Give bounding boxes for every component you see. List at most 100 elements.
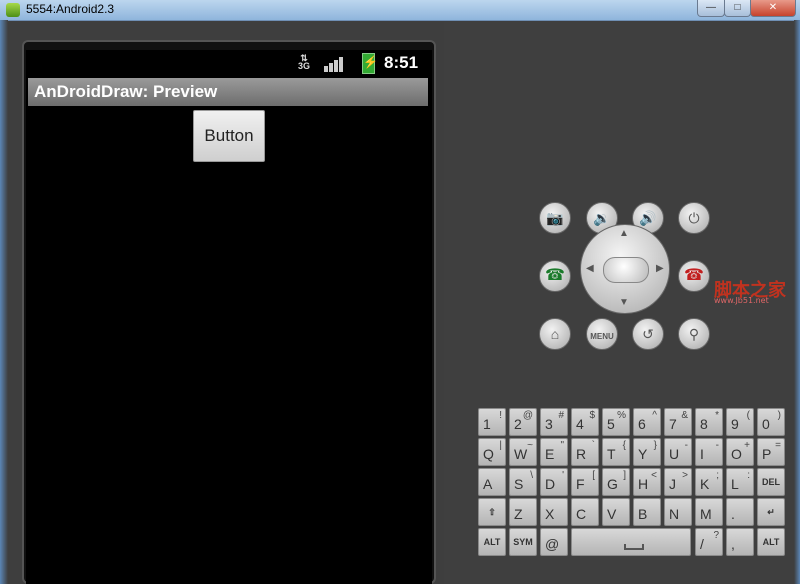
key-main-label: G — [607, 476, 618, 492]
menu-button[interactable]: MENU — [586, 318, 618, 350]
power-icon[interactable]: ⏻ — [678, 202, 710, 234]
key-main-label: 0 — [762, 416, 770, 432]
key-g[interactable]: G] — [602, 468, 630, 496]
key-main-label: 9 — [731, 416, 739, 432]
key-period[interactable]: . — [726, 498, 754, 526]
key-7[interactable]: 7 & — [664, 408, 692, 436]
key-f[interactable]: F[ — [571, 468, 599, 496]
key-h[interactable]: H < — [633, 468, 661, 496]
key-at[interactable]: @ — [540, 528, 568, 556]
dpad-right-icon[interactable]: ▶ — [656, 263, 664, 274]
delete-key[interactable]: DEL — [757, 468, 785, 496]
window-title: 5554:Android2.3 — [26, 2, 115, 16]
key-x[interactable]: X — [540, 498, 568, 526]
key-main-label: M — [700, 506, 712, 522]
key-l[interactable]: L: — [726, 468, 754, 496]
key-alt-label: ; — [716, 470, 719, 481]
key-o[interactable]: O + — [726, 438, 754, 466]
key-1[interactable]: 1! — [478, 408, 506, 436]
dpad-up-icon[interactable]: ▲ — [619, 228, 629, 239]
key-main-label: F — [576, 476, 585, 492]
key-main-label: H — [638, 476, 649, 492]
key-main-label: W — [514, 446, 528, 462]
alt-right-key[interactable]: ALT — [757, 528, 785, 556]
key-a[interactable]: A — [478, 468, 506, 496]
app-title-bar: AnDroidDraw: Preview — [28, 78, 428, 106]
space-key[interactable] — [571, 528, 691, 556]
space-bar-icon — [624, 544, 644, 550]
key-main-label: 4 — [576, 416, 584, 432]
key-n[interactable]: N — [664, 498, 692, 526]
key-main-label: O — [731, 446, 742, 462]
key-3[interactable]: 3 # — [540, 408, 568, 436]
end-call-icon[interactable]: ☎ — [678, 260, 710, 292]
key-w[interactable]: W ~ — [509, 438, 537, 466]
key-6[interactable]: 6 ^ — [633, 408, 661, 436]
alt-left-key-label: ALT — [483, 537, 501, 547]
key-j[interactable]: J > — [664, 468, 692, 496]
key-r[interactable]: R ` — [571, 438, 599, 466]
key-k[interactable]: K; — [695, 468, 723, 496]
maximize-button[interactable]: □ — [724, 0, 751, 17]
key-i[interactable]: I- — [695, 438, 723, 466]
key-main-label: N — [669, 506, 680, 522]
key-alt-label: * — [715, 410, 719, 421]
key-main-label: 7 — [669, 416, 677, 432]
key-main-label: J — [669, 476, 676, 492]
key-b[interactable]: B — [633, 498, 661, 526]
key-8[interactable]: 8 * — [695, 408, 723, 436]
key-alt-label: ( — [746, 410, 750, 421]
key-main-label: L — [731, 476, 739, 492]
call-icon[interactable]: ☎ — [539, 260, 571, 292]
key-t[interactable]: T{ — [602, 438, 630, 466]
search-icon[interactable]: ⚲ — [678, 318, 710, 350]
preview-button[interactable]: Button — [193, 110, 265, 162]
key-e[interactable]: E " — [540, 438, 568, 466]
key-alt-label: | — [499, 440, 502, 451]
key-main-label: V — [607, 506, 617, 522]
key-alt-label: $ — [589, 410, 595, 421]
device-screen[interactable]: ⇅3G 8:51 AnDroidDraw: Preview Button — [26, 50, 432, 584]
dpad-left-icon[interactable]: ◀ — [586, 263, 594, 274]
key-0[interactable]: 0) — [757, 408, 785, 436]
key-c[interactable]: C — [571, 498, 599, 526]
key-main-label: E — [545, 446, 555, 462]
key-alt-label: - — [715, 440, 719, 451]
alt-left-key[interactable]: ALT — [478, 528, 506, 556]
home-icon[interactable]: ⌂ — [539, 318, 571, 350]
key-2[interactable]: 2 @ — [509, 408, 537, 436]
key-main-label: 1 — [483, 416, 491, 432]
minimize-button[interactable]: — — [697, 0, 725, 17]
network-type-indicator: ⇅ 3G — [298, 53, 311, 71]
key-4[interactable]: 4 $ — [571, 408, 599, 436]
key-v[interactable]: V — [602, 498, 630, 526]
dpad-down-icon[interactable]: ▼ — [619, 297, 629, 308]
key-p[interactable]: P = — [757, 438, 785, 466]
sym-key[interactable]: SYM — [509, 528, 537, 556]
key-y[interactable]: Y} — [633, 438, 661, 466]
close-button[interactable]: ✕ — [750, 0, 796, 17]
key-q[interactable]: Q | — [478, 438, 506, 466]
key-alt-label: & — [681, 410, 688, 421]
key-s[interactable]: S \ — [509, 468, 537, 496]
key-comma[interactable]: , — [726, 528, 754, 556]
dpad[interactable]: ▲ ▼ ◀ ▶ — [580, 224, 670, 314]
back-icon[interactable]: ↺ — [632, 318, 664, 350]
key-main-label: Z — [514, 506, 523, 522]
shift-key[interactable]: ⇧ — [478, 498, 506, 526]
camera-icon[interactable]: 📷 — [539, 202, 571, 234]
dpad-center-button[interactable] — [603, 257, 649, 283]
key-slash[interactable]: /? — [695, 528, 723, 556]
key-9[interactable]: 9( — [726, 408, 754, 436]
key-u[interactable]: U- — [664, 438, 692, 466]
enter-key[interactable]: ↵ — [757, 498, 785, 526]
key-alt-label: ` — [591, 440, 595, 451]
key-alt-label: } — [653, 440, 657, 451]
desktop-edge-left — [0, 20, 8, 584]
key-5[interactable]: 5% — [602, 408, 630, 436]
key-m[interactable]: M — [695, 498, 723, 526]
key-main-label: D — [545, 476, 556, 492]
key-z[interactable]: Z — [509, 498, 537, 526]
key-d[interactable]: D ' — [540, 468, 568, 496]
key-alt-label: " — [560, 440, 564, 451]
